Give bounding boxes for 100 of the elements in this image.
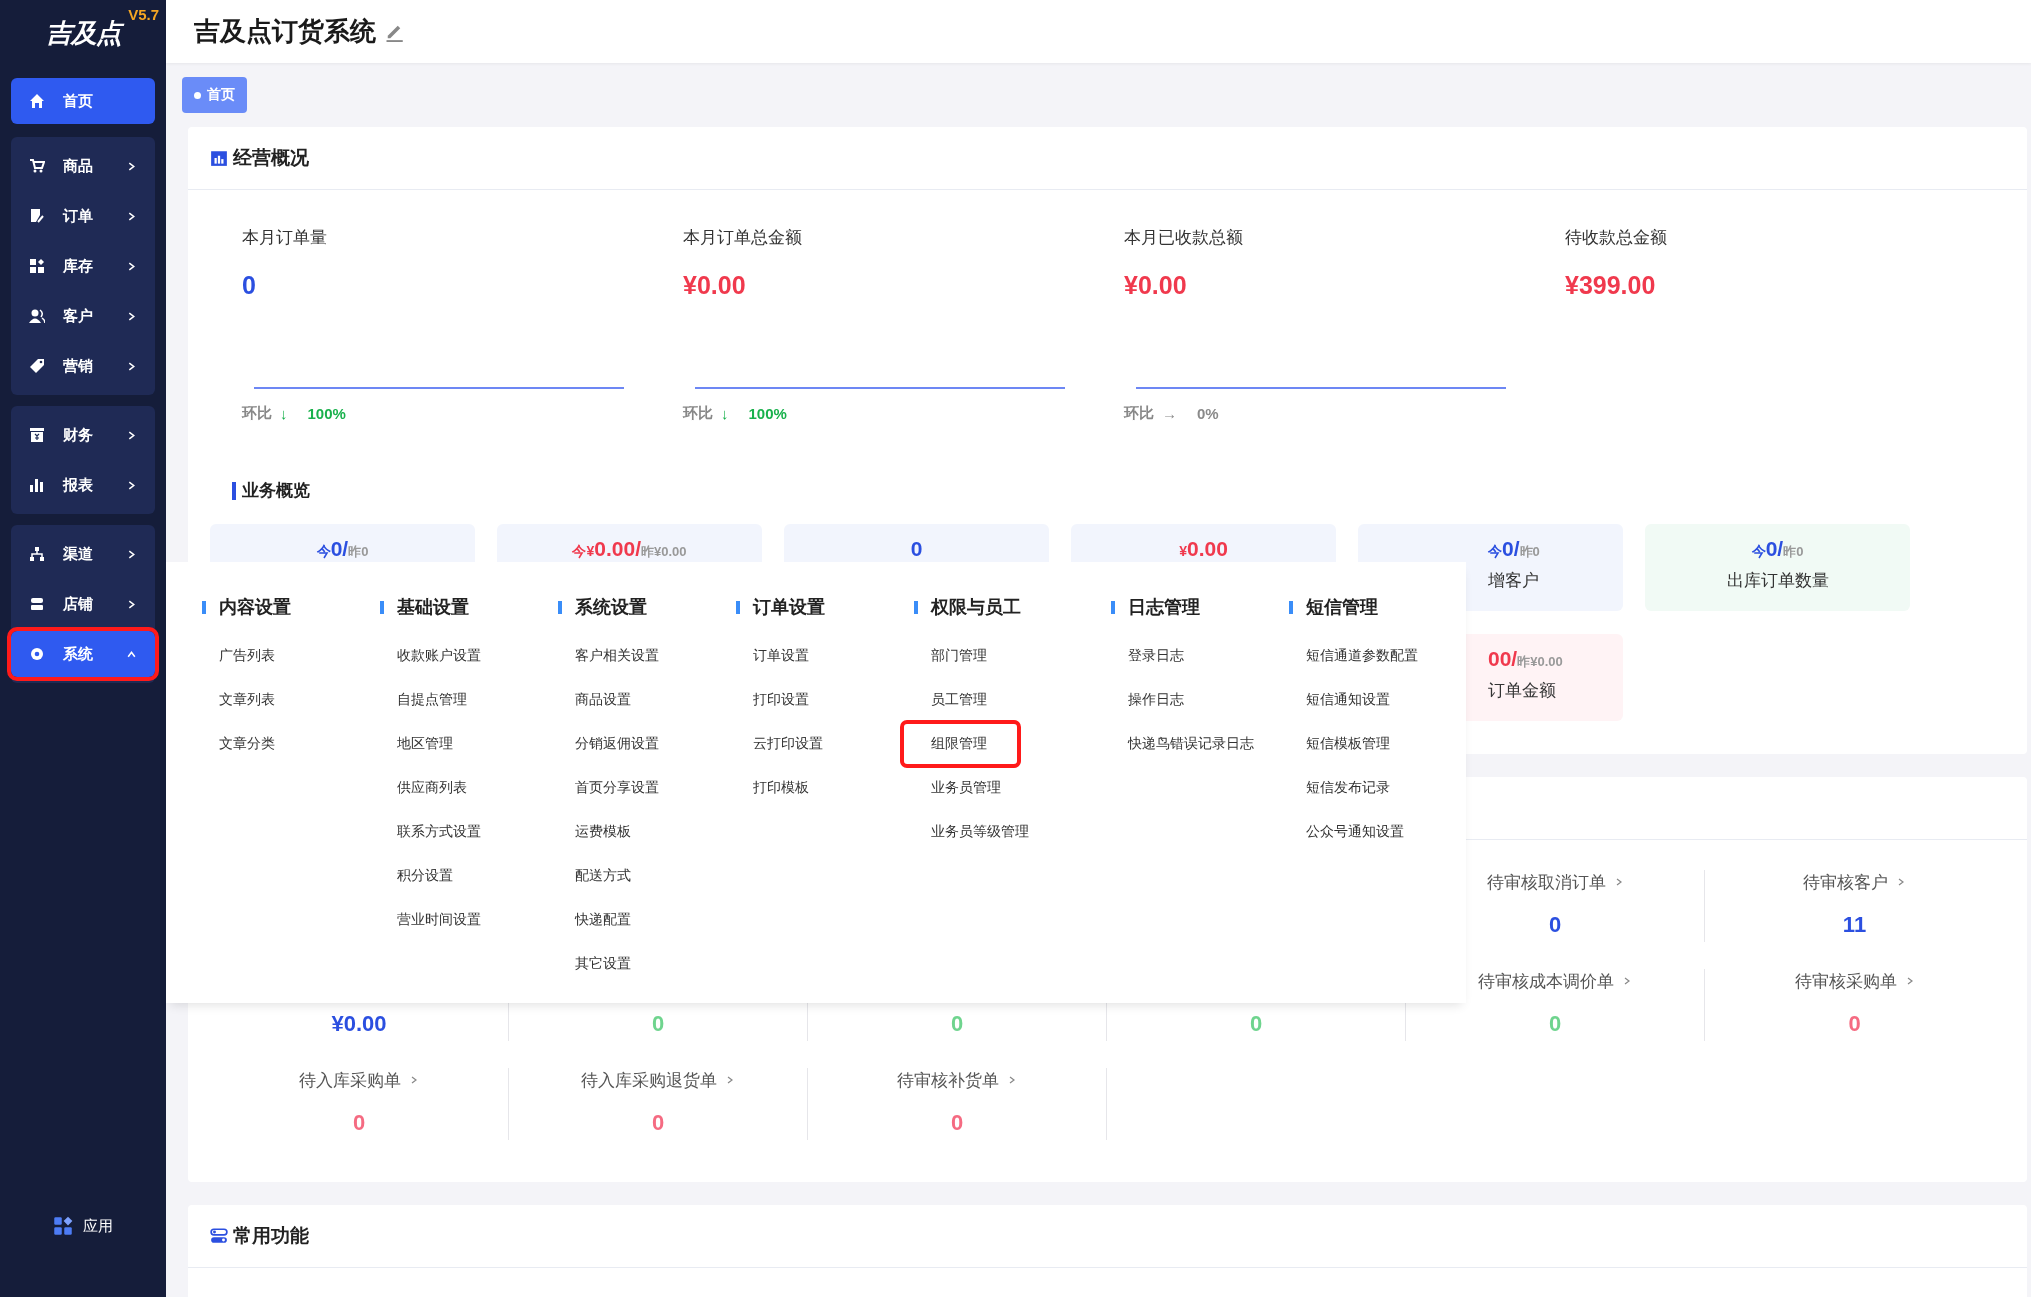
- chevron-right-icon: [1896, 877, 1906, 887]
- trend-arrow: ↓: [721, 405, 729, 422]
- home-icon: [29, 93, 45, 109]
- stat-value: ¥399.00: [1565, 271, 1657, 301]
- menu-heading: 订单设置: [753, 596, 825, 619]
- chevron-right-icon: [1007, 1075, 1017, 1085]
- store-icon: [29, 596, 45, 612]
- pending-count: ¥0.00: [331, 1011, 387, 1038]
- sidebar-item[interactable]: 库存: [11, 243, 155, 289]
- menu-item[interactable]: 客户相关设置: [558, 634, 659, 678]
- tree-icon: [29, 546, 45, 562]
- pending-count: 0: [1548, 1011, 1562, 1038]
- menu-item[interactable]: 登录日志: [1111, 634, 1184, 678]
- menu-item[interactable]: 供应商列表: [380, 766, 467, 810]
- toggle-icon: [210, 1227, 228, 1245]
- tile-label: 订单金额: [1488, 680, 1556, 702]
- pending-count: 0: [1848, 1011, 1861, 1038]
- pending-count: 0: [651, 1110, 665, 1137]
- chevron-right-icon: [725, 1075, 735, 1085]
- pending-count: 0: [352, 1110, 366, 1137]
- menu-item[interactable]: 地区管理: [380, 722, 453, 766]
- menu-item[interactable]: 收款账户设置: [380, 634, 481, 678]
- trend-percent: 100%: [748, 405, 787, 422]
- menu-item[interactable]: 公众号通知设置: [1289, 810, 1404, 854]
- sidebar-item[interactable]: 客户: [11, 293, 155, 339]
- apps-icon: [53, 1216, 73, 1236]
- sidebar-item[interactable]: 店铺: [11, 581, 155, 627]
- menu-item[interactable]: 广告列表: [202, 634, 275, 678]
- sidebar-item[interactable]: 营销: [11, 343, 155, 389]
- sidebar-item[interactable]: 报表: [11, 462, 155, 508]
- box-icon: [29, 427, 45, 443]
- apps-button[interactable]: 应用: [11, 1215, 155, 1237]
- stat-label: 本月订单总金额: [683, 227, 803, 249]
- pending-link[interactable]: 待审核取消订单: [1486, 870, 1624, 894]
- tag-icon: [29, 358, 45, 374]
- stat-value: ¥0.00: [683, 271, 747, 301]
- pending-count: 0: [651, 1011, 665, 1038]
- menu-item[interactable]: 营业时间设置: [380, 898, 481, 942]
- tile-value: 今0/昨0: [316, 538, 369, 559]
- pending-link[interactable]: 待审核补货单: [897, 1068, 1017, 1092]
- menu-item[interactable]: 首页分享设置: [558, 766, 659, 810]
- pending-count: 0: [1548, 912, 1562, 939]
- menu-item[interactable]: 员工管理: [914, 678, 987, 722]
- stat-tile[interactable]: 今0/昨0 出库订单数量: [1645, 524, 1910, 611]
- menu-item[interactable]: 短信模板管理: [1289, 722, 1390, 766]
- sidebar-item[interactable]: 首页: [11, 78, 155, 124]
- menu-item[interactable]: 操作日志: [1111, 678, 1184, 722]
- chevron-right-icon: [126, 260, 137, 272]
- menu-item[interactable]: 文章列表: [202, 678, 275, 722]
- grid-icon: [29, 258, 45, 274]
- chevron-right-icon: [126, 479, 137, 491]
- menu-item[interactable]: 云打印设置: [736, 722, 823, 766]
- trend-label: 环比: [683, 404, 713, 423]
- pending-link[interactable]: 待审核客户: [1803, 870, 1906, 894]
- menu-item[interactable]: 运费模板: [558, 810, 631, 854]
- user-icon: [29, 308, 45, 324]
- section-title: 经营概况: [233, 146, 309, 170]
- menu-item[interactable]: 打印设置: [736, 678, 809, 722]
- pending-link[interactable]: 待入库采购退货单: [581, 1068, 735, 1092]
- menu-item[interactable]: 业务员管理: [914, 766, 1001, 810]
- pending-count: 0: [950, 1110, 964, 1137]
- chevron-right-icon: [126, 160, 137, 172]
- chevron-right-icon: [1622, 976, 1632, 986]
- menu-item[interactable]: 部门管理: [914, 634, 987, 678]
- subsection-title: 业务概览: [242, 480, 310, 502]
- chevron-up-icon: [126, 648, 137, 660]
- pending-count: 11: [1842, 912, 1867, 939]
- stat-label: 本月订单量: [242, 227, 328, 249]
- menu-item[interactable]: 快递配置: [558, 898, 631, 942]
- app-title: 吉及点订货系统: [194, 15, 376, 48]
- menu-item[interactable]: 其它设置: [558, 942, 631, 986]
- pending-link[interactable]: 待审核采购单: [1794, 969, 1915, 993]
- bars-icon: [29, 477, 45, 493]
- menu-item[interactable]: 订单设置: [736, 634, 809, 678]
- menu-item[interactable]: 短信发布记录: [1289, 766, 1390, 810]
- sidebar-item[interactable]: 财务: [11, 412, 155, 458]
- sidebar-item[interactable]: 订单: [11, 193, 155, 239]
- menu-item[interactable]: 业务员等级管理: [914, 810, 1029, 854]
- pending-link[interactable]: 待审核成本调价单: [1478, 969, 1632, 993]
- stat-value: ¥0.00: [1124, 271, 1188, 301]
- pending-link[interactable]: 待入库采购单: [299, 1068, 419, 1092]
- chevron-right-icon: [126, 429, 137, 441]
- trend-arrow: →: [1162, 405, 1177, 422]
- menu-item[interactable]: 快递鸟错误记录日志: [1111, 722, 1254, 766]
- menu-item[interactable]: 打印模板: [736, 766, 809, 810]
- menu-item[interactable]: 积分设置: [380, 854, 453, 898]
- menu-item[interactable]: 联系方式设置: [380, 810, 481, 854]
- sidebar-item[interactable]: 商品: [11, 143, 155, 189]
- menu-item[interactable]: 分销返佣设置: [558, 722, 659, 766]
- menu-item[interactable]: 文章分类: [202, 722, 275, 766]
- chevron-right-icon: [126, 360, 137, 372]
- tile-label: 出库订单数量: [1726, 570, 1829, 592]
- menu-item[interactable]: 商品设置: [558, 678, 631, 722]
- version-label: V5.7: [128, 6, 159, 23]
- sidebar-item[interactable]: 渠道: [11, 531, 155, 577]
- tile-value: 今0/昨0: [1751, 538, 1804, 559]
- menu-item[interactable]: 配送方式: [558, 854, 631, 898]
- menu-heading: 系统设置: [575, 596, 647, 619]
- tile-value: ¥0.00: [1179, 538, 1228, 559]
- menu-item[interactable]: 自提点管理: [380, 678, 467, 722]
